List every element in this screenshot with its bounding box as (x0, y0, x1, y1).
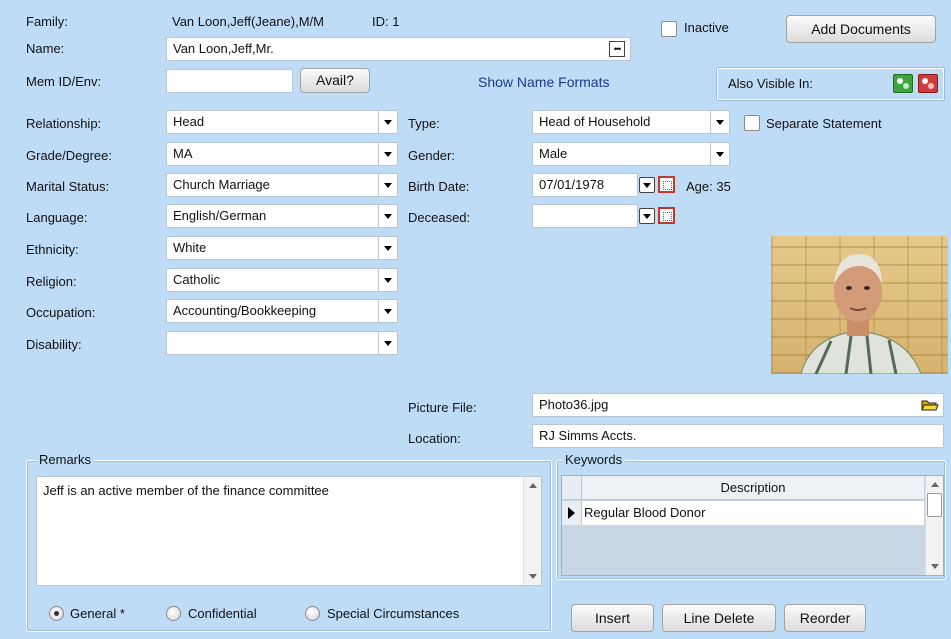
dropdown-arrow-icon[interactable] (378, 110, 398, 134)
deceased-dropdown-button[interactable] (639, 208, 655, 224)
scroll-thumb[interactable] (927, 493, 942, 517)
radio-special-circumstances-label: Special Circumstances (327, 606, 460, 621)
scroll-up-icon[interactable] (528, 483, 537, 488)
gender-select[interactable]: Male (532, 142, 730, 166)
dropdown-arrow-icon[interactable] (378, 268, 398, 292)
remarks-title: Remarks (36, 452, 95, 467)
age-text: Age: 35 (686, 179, 731, 194)
marital-label: Marital Status: (26, 179, 110, 194)
mem-id-field[interactable] (166, 69, 293, 93)
birth-date-field[interactable]: 07/01/1978 (532, 173, 638, 197)
ethnicity-select[interactable]: White (166, 236, 398, 260)
marital-select[interactable]: Church Marriage (166, 173, 398, 197)
ethnicity-label: Ethnicity: (26, 242, 79, 257)
type-label: Type: (408, 116, 440, 131)
scroll-up-icon[interactable] (930, 482, 939, 487)
religion-select[interactable]: Catholic (166, 268, 398, 292)
scroll-down-icon[interactable] (529, 574, 537, 579)
separate-statement-checkbox[interactable] (744, 115, 760, 131)
remove-visibility-icon[interactable] (918, 74, 938, 93)
family-label: Family: (26, 14, 68, 29)
column-header-description[interactable]: Description (582, 476, 924, 500)
grade-select[interactable]: MA (166, 142, 398, 166)
add-documents-button[interactable]: Add Documents (786, 15, 936, 43)
dropdown-arrow-icon[interactable] (378, 173, 398, 197)
remarks-textarea[interactable]: Jeff is an active member of the finance … (36, 476, 542, 586)
name-ellipsis-button[interactable]: ••• (609, 41, 625, 57)
radio-general-label: General * (70, 606, 125, 621)
also-visible-label: Also Visible In: (728, 76, 814, 91)
avail-button[interactable]: Avail? (300, 68, 370, 93)
name-field[interactable]: Van Loon,Jeff,Mr. (166, 37, 631, 61)
dropdown-arrow-icon[interactable] (378, 331, 398, 355)
separate-statement-label: Separate Statement (766, 116, 882, 131)
id-text: ID: 1 (372, 14, 400, 29)
member-photo (771, 236, 948, 374)
location-label: Location: (408, 431, 461, 446)
ellipsis-icon: ••• (613, 44, 622, 54)
show-name-formats-link[interactable]: Show Name Formats (478, 74, 609, 90)
grade-label: Grade/Degree: (26, 148, 112, 163)
deceased-label: Deceased: (408, 210, 471, 225)
person-photo-image (800, 254, 922, 374)
radio-general[interactable] (49, 606, 64, 621)
folder-open-icon[interactable] (921, 398, 939, 412)
inactive-checkbox[interactable] (661, 21, 677, 37)
birth-date-label: Birth Date: (408, 179, 470, 194)
relationship-label: Relationship: (26, 116, 102, 131)
location-field[interactable]: RJ Simms Accts. (532, 424, 944, 448)
picture-file-label: Picture File: (408, 400, 477, 415)
dropdown-arrow-icon[interactable] (710, 110, 730, 134)
keyword-row[interactable]: Regular Blood Donor (582, 501, 924, 525)
relationship-select[interactable]: Head (166, 110, 398, 134)
keywords-scrollbar[interactable] (925, 476, 943, 575)
calendar-icon[interactable] (658, 207, 675, 224)
keywords-title: Keywords (562, 452, 626, 467)
language-select[interactable]: English/German (166, 204, 398, 228)
religion-label: Religion: (26, 274, 77, 289)
add-visibility-icon[interactable] (893, 74, 913, 93)
scroll-down-icon[interactable] (931, 564, 939, 569)
dropdown-arrow-icon[interactable] (710, 142, 730, 166)
name-label: Name: (26, 41, 65, 56)
remarks-text: Jeff is an active member of the finance … (43, 483, 329, 498)
gender-label: Gender: (408, 148, 455, 163)
mem-id-label: Mem ID/Env: (26, 74, 102, 89)
radio-confidential[interactable] (166, 606, 181, 621)
picture-file-field[interactable]: Photo36.jpg (532, 393, 944, 417)
dropdown-arrow-icon[interactable] (378, 299, 398, 323)
family-value: Van Loon,Jeff(Jeane),M/M (172, 14, 324, 29)
grid-corner (562, 476, 582, 500)
keywords-grid[interactable]: Description Regular Blood Donor (561, 475, 944, 576)
dropdown-arrow-icon[interactable] (378, 142, 398, 166)
reorder-button[interactable]: Reorder (784, 604, 866, 632)
dropdown-arrow-icon[interactable] (378, 236, 398, 260)
radio-special-circumstances[interactable] (305, 606, 320, 621)
type-select[interactable]: Head of Household (532, 110, 730, 134)
line-delete-button[interactable]: Line Delete (662, 604, 776, 632)
dropdown-arrow-icon[interactable] (378, 204, 398, 228)
occupation-select[interactable]: Accounting/Bookkeeping (166, 299, 398, 323)
disability-label: Disability: (26, 337, 82, 352)
occupation-label: Occupation: (26, 305, 96, 320)
birth-date-dropdown-button[interactable] (639, 177, 655, 193)
radio-confidential-label: Confidential (188, 606, 257, 621)
current-row-arrow-icon (568, 507, 575, 519)
disability-select[interactable] (166, 331, 398, 355)
language-label: Language: (26, 210, 88, 225)
inactive-label: Inactive (684, 20, 729, 35)
remarks-scrollbar[interactable] (523, 477, 541, 585)
calendar-icon[interactable] (658, 176, 675, 193)
deceased-date-field[interactable] (532, 204, 638, 228)
row-indicator (562, 501, 582, 525)
insert-button[interactable]: Insert (571, 604, 654, 632)
